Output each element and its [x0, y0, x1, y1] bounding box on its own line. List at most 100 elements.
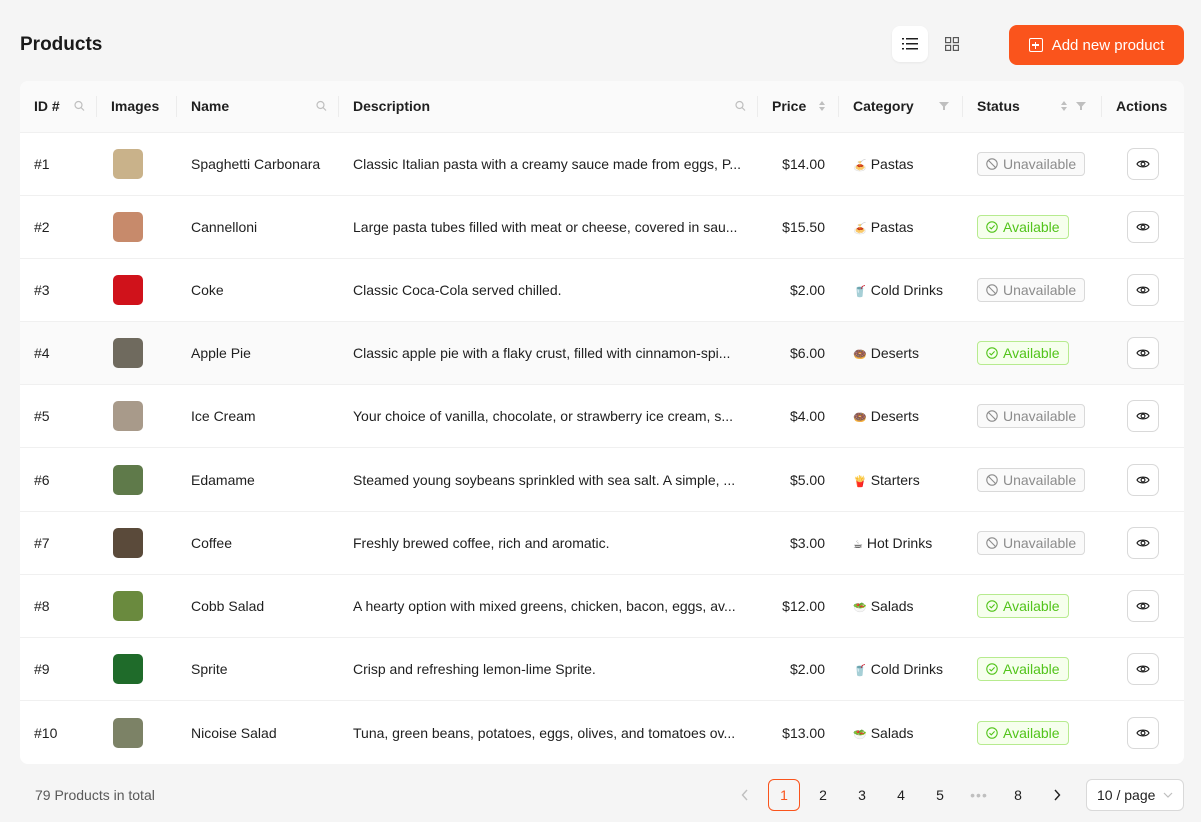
page-3[interactable]: 3 — [846, 779, 878, 811]
cell-actions — [1102, 322, 1184, 385]
cell-status: Unavailable — [963, 385, 1102, 448]
column-header-status[interactable]: Status — [963, 81, 1102, 133]
view-button[interactable] — [1127, 337, 1159, 370]
page-size-select[interactable]: 10 / page — [1086, 779, 1184, 811]
cell-name: Cobb Salad — [191, 597, 265, 614]
cell-image — [97, 258, 177, 321]
status-label: Available — [1003, 597, 1060, 614]
cold-drink-icon: 🥤 — [853, 665, 867, 678]
check-circle-icon — [986, 347, 998, 359]
column-header-name[interactable]: Name — [177, 81, 339, 133]
page-8[interactable]: 8 — [1002, 779, 1034, 811]
cell-status: Unavailable — [963, 511, 1102, 574]
products-table: ID # Images Name Description Price Categ… — [20, 81, 1184, 764]
status-label: Available — [1003, 661, 1060, 678]
view-button[interactable] — [1127, 653, 1159, 686]
column-header-price[interactable]: Price — [758, 81, 839, 133]
prev-page-button[interactable] — [729, 779, 761, 811]
status-badge: Unavailable — [977, 530, 1086, 555]
status-badge: Unavailable — [977, 151, 1086, 176]
cell-category: 🥗 Salads — [839, 574, 963, 637]
cold-drink-icon: 🥤 — [853, 285, 867, 298]
filter-icon[interactable] — [939, 101, 949, 111]
chevron-right-icon — [1054, 789, 1061, 801]
view-button[interactable] — [1127, 273, 1159, 306]
view-button[interactable] — [1127, 210, 1159, 243]
category-label: Salads — [870, 724, 914, 741]
grid-icon — [945, 37, 959, 51]
cell-category: 🍩 Deserts — [839, 322, 963, 385]
product-image[interactable] — [113, 274, 143, 305]
cell-price: $4.00 — [789, 408, 825, 425]
product-image[interactable] — [113, 211, 143, 242]
search-icon[interactable] — [735, 101, 746, 112]
donut-icon: 🍩 — [853, 412, 867, 425]
table-row: #10 Nicoise Salad Tuna, green beans, pot… — [20, 701, 1184, 764]
salad-icon: 🥗 — [853, 601, 867, 614]
cell-description: Classic Coca-Cola served chilled. — [353, 281, 562, 298]
cell-price: $15.50 — [782, 218, 825, 235]
page-header: Products Add new product — [20, 24, 1184, 66]
cell-actions — [1102, 258, 1184, 321]
check-circle-icon — [986, 221, 998, 233]
status-badge: Unavailable — [977, 467, 1086, 492]
column-header-actions: Actions — [1102, 81, 1184, 133]
column-header-description[interactable]: Description — [339, 81, 758, 133]
cell-actions — [1102, 701, 1184, 764]
list-view-button[interactable] — [892, 26, 928, 62]
search-icon[interactable] — [74, 101, 85, 112]
view-button[interactable] — [1127, 400, 1159, 433]
grid-view-button[interactable] — [934, 26, 970, 62]
eye-icon — [1136, 223, 1150, 231]
cell-status: Available — [963, 701, 1102, 764]
next-page-button[interactable] — [1041, 779, 1073, 811]
category-label: Deserts — [870, 345, 919, 362]
product-image[interactable] — [113, 590, 143, 621]
cell-name: Apple Pie — [191, 345, 251, 362]
status-badge: Available — [977, 214, 1069, 239]
status-badge: Available — [977, 593, 1069, 618]
view-button[interactable] — [1127, 716, 1159, 749]
cell-description: Tuna, green beans, potatoes, eggs, olive… — [353, 724, 736, 741]
column-header-category[interactable]: Category — [839, 81, 963, 133]
product-image[interactable] — [113, 654, 143, 685]
view-button[interactable] — [1127, 589, 1159, 622]
cell-id: #1 — [34, 155, 50, 172]
column-label: Status — [977, 98, 1020, 115]
salad-icon: 🥗 — [853, 728, 867, 741]
sort-icon[interactable] — [1060, 100, 1068, 112]
search-icon[interactable] — [316, 101, 327, 112]
cell-image — [97, 322, 177, 385]
table-row: #5 Ice Cream Your choice of vanilla, cho… — [20, 385, 1184, 448]
filter-icon[interactable] — [1076, 101, 1086, 111]
cell-name: Coffee — [191, 534, 232, 551]
donut-icon: 🍩 — [853, 349, 867, 362]
add-new-product-button[interactable]: Add new product — [1009, 25, 1184, 65]
page-5[interactable]: 5 — [924, 779, 956, 811]
stop-icon — [986, 157, 998, 170]
product-image[interactable] — [113, 464, 143, 495]
cell-category: 🥤 Cold Drinks — [839, 258, 963, 321]
chevron-left-icon — [741, 789, 748, 801]
view-button[interactable] — [1127, 147, 1159, 180]
view-button[interactable] — [1127, 463, 1159, 496]
status-label: Available — [1003, 724, 1060, 741]
column-header-id[interactable]: ID # — [20, 81, 97, 133]
page-4[interactable]: 4 — [885, 779, 917, 811]
cell-actions — [1102, 385, 1184, 448]
cell-price: $2.00 — [789, 281, 825, 298]
sort-icon[interactable] — [818, 100, 826, 112]
product-image[interactable] — [113, 401, 143, 432]
product-image[interactable] — [113, 527, 143, 558]
cell-status: Available — [963, 638, 1102, 701]
product-image[interactable] — [113, 148, 143, 179]
table-row: #9 Sprite Crisp and refreshing lemon-lim… — [20, 638, 1184, 701]
view-button[interactable] — [1127, 526, 1159, 559]
product-image[interactable] — [113, 717, 143, 748]
page-ellipsis[interactable]: ••• — [963, 779, 995, 811]
column-label: Name — [191, 98, 230, 115]
page-1[interactable]: 1 — [768, 779, 800, 811]
page-2[interactable]: 2 — [807, 779, 839, 811]
product-image[interactable] — [113, 338, 143, 369]
status-label: Unavailable — [1003, 471, 1077, 488]
